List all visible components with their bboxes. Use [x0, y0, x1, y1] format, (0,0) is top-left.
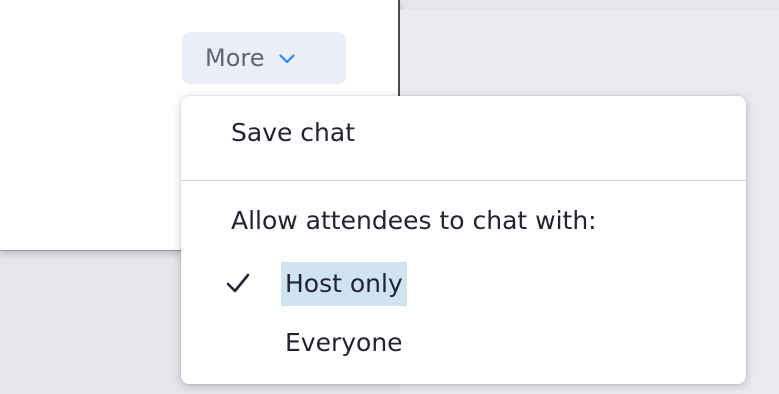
chat-permission-header: Allow attendees to chat with: — [231, 206, 597, 235]
more-button[interactable]: More — [182, 32, 346, 84]
host-only-label: Host only — [281, 262, 407, 306]
menu-separator — [181, 180, 746, 181]
more-dropdown-menu: Save chat Allow attendees to chat with: … — [181, 96, 746, 384]
host-only-option[interactable]: Host only — [181, 262, 746, 306]
save-chat-menu-item[interactable]: Save chat — [181, 118, 746, 147]
chevron-down-icon — [278, 54, 295, 64]
more-button-label: More — [205, 44, 265, 72]
checkmark-icon — [225, 270, 251, 296]
everyone-option[interactable]: Everyone — [181, 328, 746, 357]
